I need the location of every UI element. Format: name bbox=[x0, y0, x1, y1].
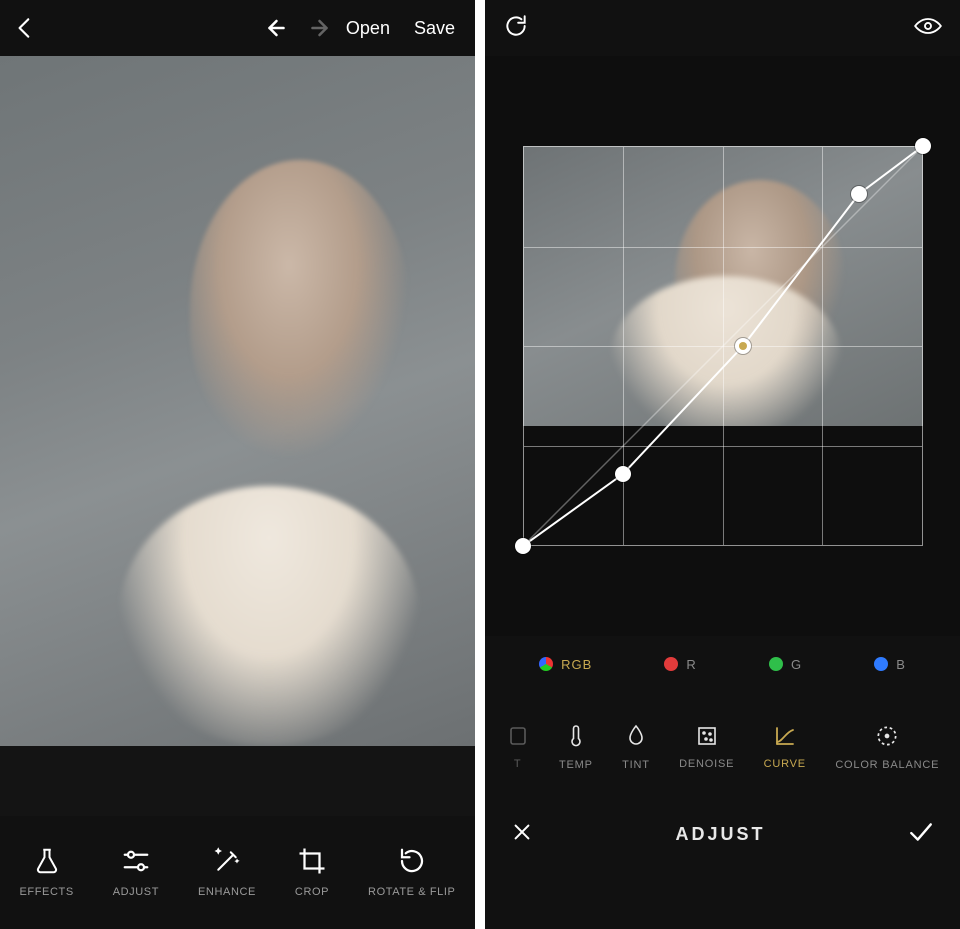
undo-button[interactable] bbox=[266, 17, 294, 39]
curve-editor-area bbox=[485, 56, 960, 636]
tool-effects[interactable]: EFFECTS bbox=[19, 846, 73, 898]
tool-label: ROTATE & FLIP bbox=[368, 886, 455, 898]
cancel-button[interactable] bbox=[511, 821, 533, 848]
photo-canvas[interactable] bbox=[0, 56, 475, 746]
curve-handle[interactable] bbox=[515, 538, 531, 554]
apply-button[interactable] bbox=[908, 821, 934, 848]
preview-button[interactable] bbox=[914, 16, 942, 41]
rgb-icon bbox=[539, 657, 553, 671]
channel-b[interactable]: B bbox=[874, 657, 906, 672]
adjust-curve[interactable]: CURVE bbox=[764, 724, 806, 770]
channel-label: R bbox=[686, 657, 696, 672]
curve-canvas[interactable] bbox=[523, 146, 923, 546]
adjust-tint[interactable]: TINT bbox=[622, 723, 650, 771]
adjust-top-bar bbox=[485, 0, 960, 56]
channel-r[interactable]: R bbox=[664, 657, 696, 672]
open-button[interactable]: Open bbox=[338, 18, 398, 39]
tool-label: EFFECTS bbox=[19, 886, 73, 898]
tool-label: CROP bbox=[295, 886, 329, 898]
generic-icon bbox=[506, 724, 530, 748]
top-bar: Open Save bbox=[0, 0, 475, 56]
curve-handle[interactable] bbox=[615, 466, 631, 482]
panel-title: ADJUST bbox=[675, 824, 765, 845]
color-balance-icon bbox=[874, 723, 900, 749]
adjust-item-truncated[interactable]: T bbox=[506, 724, 530, 770]
close-icon bbox=[511, 821, 533, 843]
green-dot-icon bbox=[769, 657, 783, 671]
adjust-label: TINT bbox=[622, 759, 650, 771]
adjust-label: COLOR BALANCE bbox=[835, 759, 939, 771]
editor-adjust-screen: RGB R G B T TEMP TINT DENOISE bbox=[485, 0, 960, 929]
adjust-label: TEMP bbox=[559, 759, 593, 771]
adjust-bottom-bar: ADJUST bbox=[485, 802, 960, 866]
curve-handle[interactable] bbox=[851, 186, 867, 202]
tool-adjust[interactable]: ADJUST bbox=[113, 846, 159, 898]
drop-icon bbox=[624, 723, 648, 749]
channel-g[interactable]: G bbox=[769, 657, 802, 672]
adjust-label: DENOISE bbox=[679, 758, 734, 770]
tool-rotate-flip[interactable]: ROTATE & FLIP bbox=[368, 846, 455, 898]
flask-icon bbox=[32, 846, 62, 876]
adjust-label: T bbox=[514, 758, 522, 770]
channel-rgb[interactable]: RGB bbox=[539, 657, 592, 672]
back-button[interactable] bbox=[12, 15, 38, 41]
red-dot-icon bbox=[664, 657, 678, 671]
adjust-color-balance[interactable]: COLOR BALANCE bbox=[835, 723, 939, 771]
thermometer-icon bbox=[564, 723, 588, 749]
curve-icon bbox=[773, 724, 797, 748]
curve-handle[interactable] bbox=[915, 138, 931, 154]
tool-crop[interactable]: CROP bbox=[295, 846, 329, 898]
adjust-temp[interactable]: TEMP bbox=[559, 723, 593, 771]
save-button[interactable]: Save bbox=[406, 18, 463, 39]
channel-selector: RGB R G B bbox=[485, 636, 960, 692]
reset-icon bbox=[503, 13, 529, 39]
blue-dot-icon bbox=[874, 657, 888, 671]
tool-label: ENHANCE bbox=[198, 886, 256, 898]
rotate-icon bbox=[397, 846, 427, 876]
denoise-icon bbox=[695, 724, 719, 748]
check-icon bbox=[908, 821, 934, 843]
magic-wand-icon bbox=[212, 846, 242, 876]
channel-label: B bbox=[896, 657, 906, 672]
redo-button[interactable] bbox=[302, 17, 330, 39]
sliders-icon bbox=[121, 846, 151, 876]
eye-icon bbox=[914, 16, 942, 36]
channel-label: G bbox=[791, 657, 802, 672]
editor-main-screen: Open Save EFFECTS ADJUST ENHANCE CROP bbox=[0, 0, 475, 929]
bottom-toolbar: EFFECTS ADJUST ENHANCE CROP ROTATE & FLI… bbox=[0, 816, 475, 928]
crop-icon bbox=[297, 846, 327, 876]
canvas-spacer bbox=[0, 746, 475, 816]
curve-handle[interactable] bbox=[735, 338, 751, 354]
adjust-label: CURVE bbox=[764, 758, 806, 770]
channel-label: RGB bbox=[561, 657, 592, 672]
curve-line bbox=[523, 146, 923, 546]
tool-label: ADJUST bbox=[113, 886, 159, 898]
reset-button[interactable] bbox=[503, 13, 529, 44]
adjust-tool-strip: T TEMP TINT DENOISE CURVE COLOR BALANCE bbox=[485, 692, 960, 802]
adjust-denoise[interactable]: DENOISE bbox=[679, 724, 734, 770]
tool-enhance[interactable]: ENHANCE bbox=[198, 846, 256, 898]
